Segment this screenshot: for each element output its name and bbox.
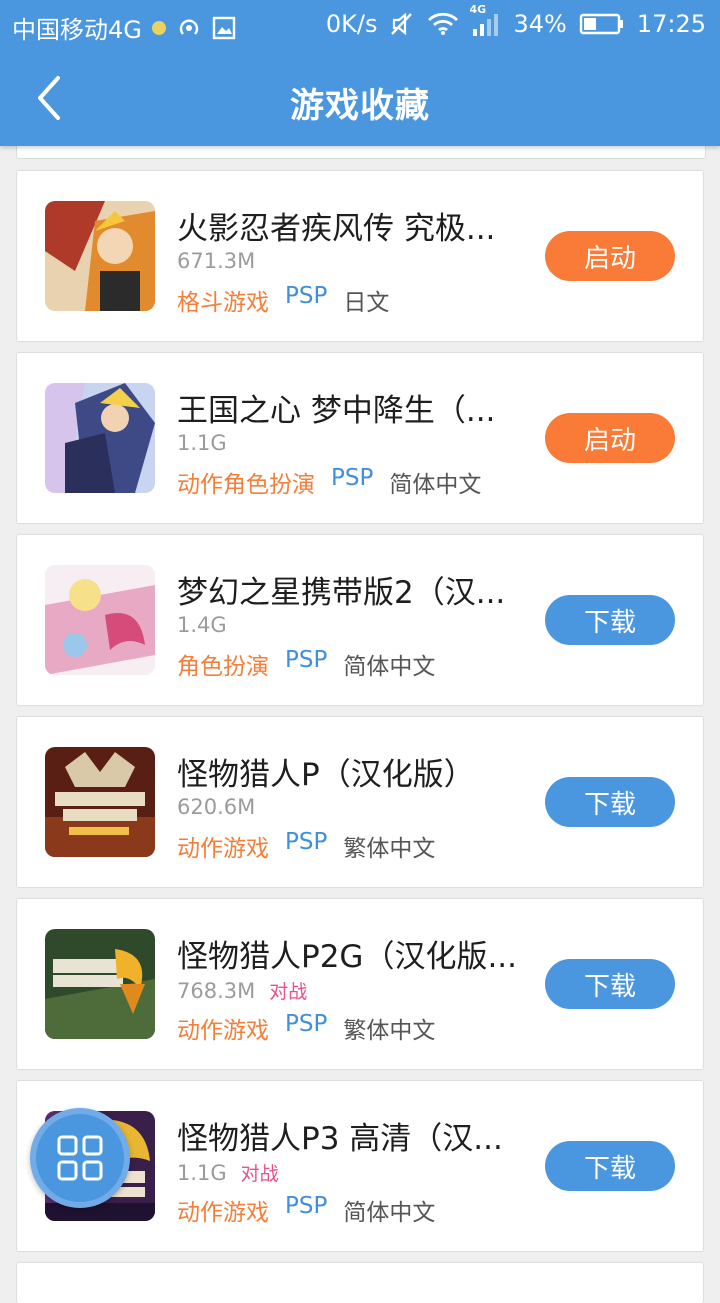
game-title: 火影忍者疾风传 究极...: [177, 211, 496, 247]
game-platform: PSP: [285, 1193, 328, 1219]
game-genre: 动作游戏: [177, 1018, 269, 1044]
game-size: 1.4G: [177, 613, 227, 637]
game-language: 简体中文: [343, 654, 436, 680]
game-thumbnail: [45, 929, 155, 1039]
game-platform: PSP: [331, 465, 374, 491]
carrier-label: 中国移动4G: [12, 16, 142, 44]
menu-fab[interactable]: [30, 1108, 130, 1208]
wifi-icon: [427, 12, 459, 36]
title-bar: 游戏收藏: [0, 50, 720, 146]
game-card[interactable]: 梦幻之星携带版2（汉... 1.4G 角色扮演 PSP 简体中文 下载: [16, 534, 704, 706]
game-title: 王国之心 梦中降生（...: [177, 393, 496, 429]
game-card[interactable]: 怪物猎人P（汉化版） 620.6M 动作游戏 PSP 繁体中文 下载: [16, 716, 704, 888]
game-language: 简体中文: [343, 1200, 436, 1226]
hotspot-icon: [176, 16, 202, 40]
versus-badge: 对战: [269, 981, 308, 1003]
download-button[interactable]: 下载: [545, 1141, 675, 1191]
game-thumbnail: [45, 383, 155, 493]
game-thumbnail: [45, 201, 155, 311]
battery-icon: [579, 12, 625, 36]
game-size: 671.3M: [177, 249, 256, 273]
game-genre: 角色扮演: [177, 654, 269, 680]
grid-menu-icon: [57, 1135, 103, 1181]
game-size: 1.1G: [177, 1160, 227, 1185]
network-type: 4G: [469, 3, 487, 16]
game-platform: PSP: [285, 829, 328, 855]
game-genre: 动作游戏: [177, 1200, 269, 1226]
game-language: 繁体中文: [343, 836, 436, 862]
notification-dot-icon: [151, 20, 166, 35]
game-platform: PSP: [285, 647, 328, 673]
download-button[interactable]: 下载: [545, 959, 675, 1009]
launch-button[interactable]: 启动: [545, 231, 675, 281]
game-title: 怪物猎人P2G（汉化版...: [177, 939, 518, 975]
game-title: 怪物猎人P（汉化版）: [177, 757, 475, 793]
download-button[interactable]: 下载: [545, 595, 675, 645]
game-size: 1.1G: [177, 431, 227, 455]
launch-button[interactable]: 启动: [545, 413, 675, 463]
game-platform: PSP: [285, 283, 328, 309]
clock: 17:25: [636, 10, 706, 38]
game-genre: 动作游戏: [177, 836, 269, 862]
status-bar: 中国移动4G 0K/s 4G 34% 17:25: [0, 0, 720, 50]
download-button[interactable]: 下载: [545, 777, 675, 827]
game-language: 日文: [343, 290, 390, 316]
page-title: 游戏收藏: [290, 86, 430, 126]
game-card[interactable]: 王国之心 梦中降生（... 1.1G 动作角色扮演 PSP 简体中文 启动: [16, 352, 704, 524]
game-genre: 动作角色扮演: [177, 472, 315, 498]
app-bar: 中国移动4G 0K/s 4G 34% 17:25 游戏收藏: [0, 0, 720, 146]
game-platform: PSP: [285, 1011, 328, 1037]
network-speed: 0K/s: [325, 10, 378, 38]
game-title: 怪物猎人P3 高清（汉...: [177, 1121, 503, 1157]
game-language: 繁体中文: [343, 1018, 436, 1044]
game-card-partial[interactable]: [16, 1262, 704, 1303]
previous-card-edge: [16, 146, 706, 159]
game-thumbnail: [45, 747, 155, 857]
game-language: 简体中文: [389, 472, 482, 498]
image-icon: [212, 16, 236, 40]
signal-icon: 4G: [469, 3, 501, 37]
game-thumbnail: [45, 565, 155, 675]
game-size: 620.6M: [177, 795, 256, 819]
game-size: 768.3M: [177, 978, 256, 1003]
mute-icon: [389, 11, 415, 37]
game-genre: 格斗游戏: [177, 290, 269, 316]
game-title: 梦幻之星携带版2（汉...: [177, 575, 506, 611]
game-card[interactable]: 怪物猎人P2G（汉化版... 768.3M 对战 动作游戏 PSP 繁体中文 下…: [16, 898, 704, 1070]
battery-percent: 34%: [513, 10, 567, 38]
versus-badge: 对战: [240, 1163, 279, 1185]
game-card[interactable]: 火影忍者疾风传 究极... 671.3M 格斗游戏 PSP 日文 启动: [16, 170, 704, 342]
